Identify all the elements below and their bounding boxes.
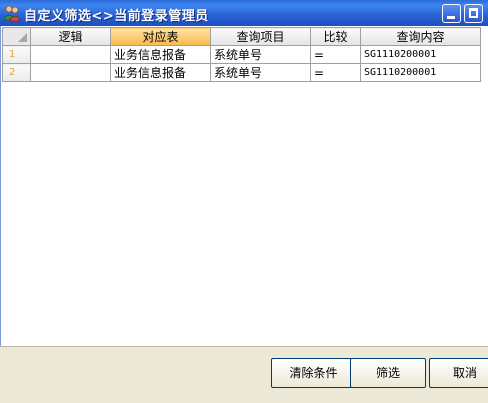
clear-conditions-button[interactable]: 清除条件 — [271, 358, 356, 388]
maximize-button[interactable] — [464, 4, 483, 23]
column-header-compare[interactable]: 比较 — [310, 27, 361, 46]
condition-grid-area: 逻辑 对应表 查询项目 比较 查询内容 1 业务信息报备 系统单号 = SG11… — [0, 26, 488, 346]
title-bar[interactable]: 自定义筛选<>当前登录管理员 — [0, 0, 488, 26]
cell-value[interactable]: SG1110200001 — [360, 63, 481, 82]
cell-logic[interactable] — [30, 63, 111, 82]
cell-logic[interactable] — [30, 45, 111, 64]
minimize-icon — [447, 16, 455, 19]
button-panel: 清除条件 筛选 取消 — [0, 346, 488, 403]
column-header-value[interactable]: 查询内容 — [360, 27, 481, 46]
users-icon — [3, 5, 21, 22]
grid-header-row: 逻辑 对应表 查询项目 比较 查询内容 — [2, 27, 481, 46]
minimize-button[interactable] — [442, 4, 461, 23]
cancel-button[interactable]: 取消 — [429, 358, 488, 388]
filter-button[interactable]: 筛选 — [350, 358, 426, 388]
custom-filter-window: 自定义筛选<>当前登录管理员 逻辑 对应表 查询项目 比较 查询内容 1 业务信… — [0, 0, 488, 403]
condition-grid: 逻辑 对应表 查询项目 比较 查询内容 1 业务信息报备 系统单号 = SG11… — [2, 27, 481, 82]
row-number[interactable]: 1 — [2, 45, 31, 64]
cell-compare[interactable]: = — [310, 63, 361, 82]
column-header-table[interactable]: 对应表 — [110, 27, 211, 46]
row-number[interactable]: 2 — [2, 63, 31, 82]
cell-compare[interactable]: = — [310, 45, 361, 64]
cell-table[interactable]: 业务信息报备 — [110, 45, 211, 64]
maximize-icon — [469, 8, 478, 18]
cell-table[interactable]: 业务信息报备 — [110, 63, 211, 82]
column-header-item[interactable]: 查询项目 — [210, 27, 311, 46]
table-row[interactable]: 1 业务信息报备 系统单号 = SG1110200001 — [2, 45, 481, 64]
select-all-corner[interactable] — [2, 27, 31, 46]
window-title: 自定义筛选<>当前登录管理员 — [24, 9, 209, 24]
table-row[interactable]: 2 业务信息报备 系统单号 = SG1110200001 — [2, 63, 481, 82]
cell-item[interactable]: 系统单号 — [210, 45, 311, 64]
column-header-logic[interactable]: 逻辑 — [30, 27, 111, 46]
cell-value[interactable]: SG1110200001 — [360, 45, 481, 64]
cell-item[interactable]: 系统单号 — [210, 63, 311, 82]
